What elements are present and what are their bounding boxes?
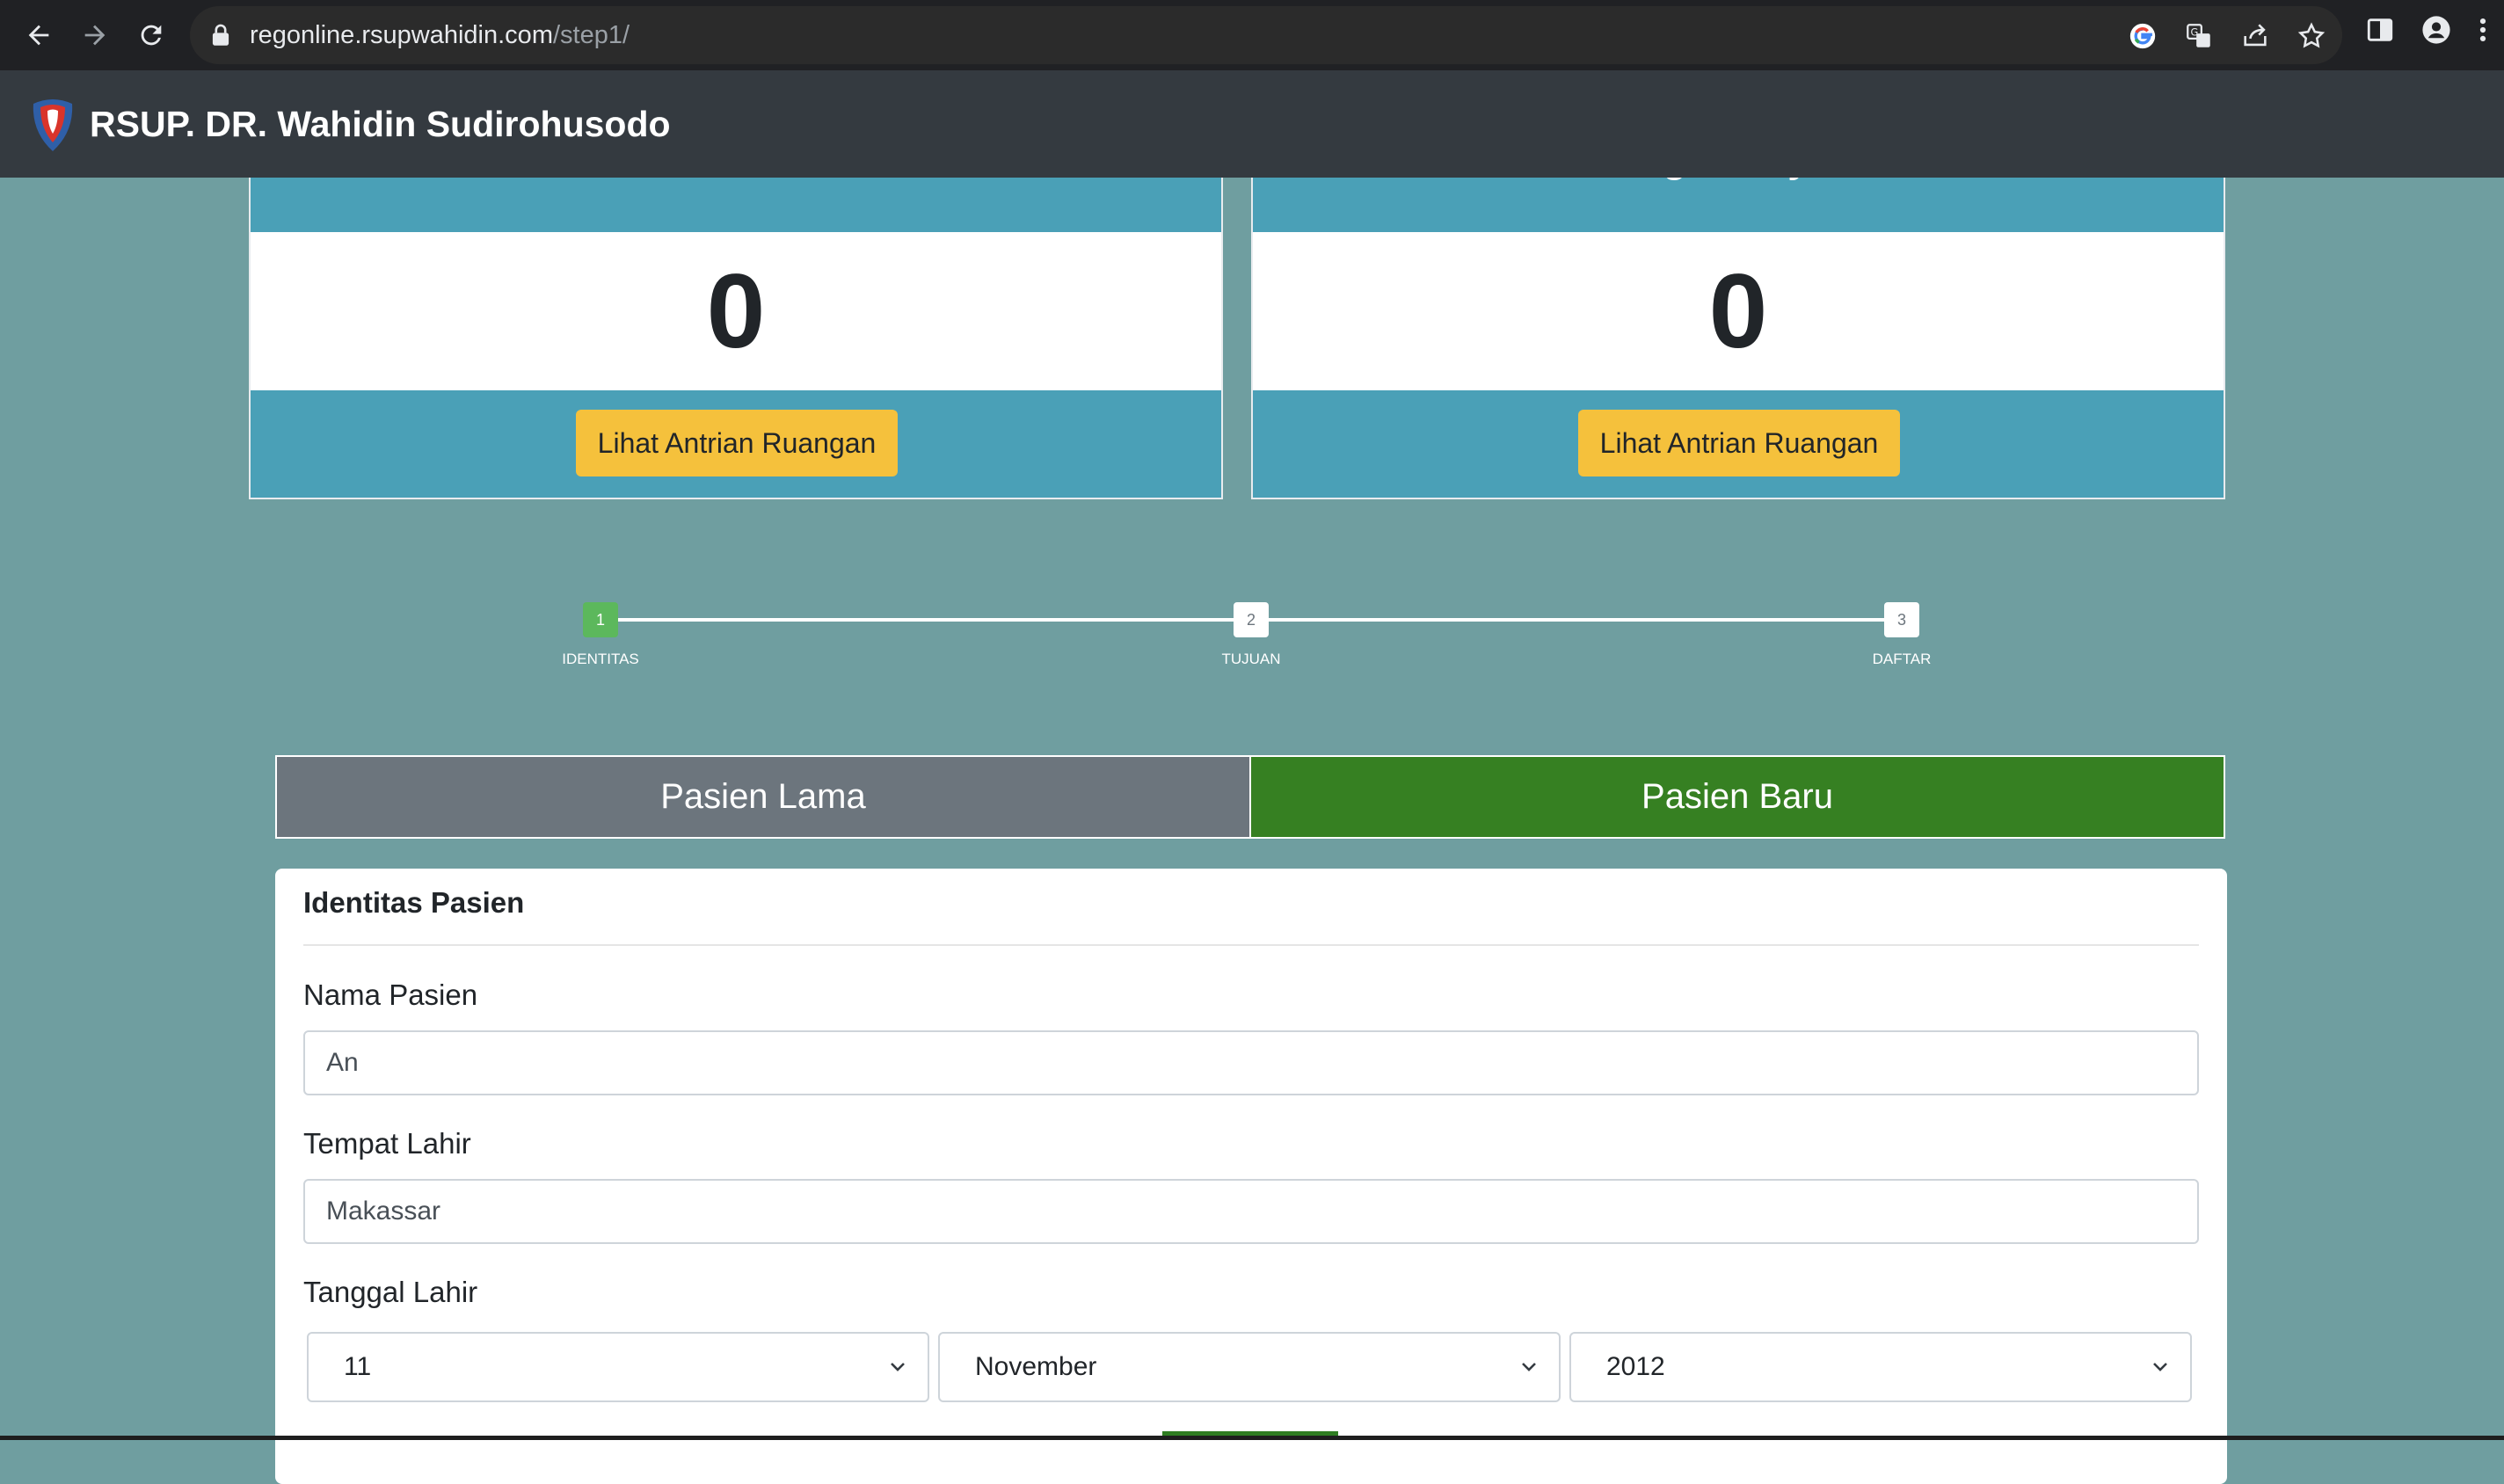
bookmark-star-icon[interactable] bbox=[2297, 21, 2326, 51]
svg-text:G: G bbox=[2191, 25, 2199, 38]
queue-card-poliklinik: Poliklinik Rawat Jalan Lama 0 Lihat Antr… bbox=[249, 138, 1223, 499]
reload-icon bbox=[141, 25, 162, 46]
back-arrow-icon bbox=[28, 25, 49, 46]
nama-pasien-input[interactable] bbox=[303, 1030, 2199, 1095]
menu-dots-icon[interactable] bbox=[2472, 15, 2493, 45]
chevron-down-icon bbox=[1522, 1363, 1536, 1371]
chevron-down-icon bbox=[2153, 1363, 2167, 1371]
queue-card-body: 0 bbox=[1253, 232, 2224, 390]
queue-card-body: 0 bbox=[251, 232, 1221, 390]
nama-pasien-label: Nama Pasien bbox=[303, 978, 478, 1011]
google-icon[interactable] bbox=[2128, 21, 2158, 51]
step-1-dot[interactable]: 1 bbox=[583, 602, 618, 637]
step-3-dot[interactable]: 3 bbox=[1884, 602, 1919, 637]
birth-year-value: 2012 bbox=[1606, 1352, 1665, 1381]
patient-type-tabs: Pasien Lama Pasien Baru bbox=[275, 755, 2225, 839]
step-2-dot[interactable]: 2 bbox=[1234, 602, 1269, 637]
tempat-lahir-label: Tempat Lahir bbox=[303, 1127, 471, 1160]
lihat-antrian-button[interactable]: Lihat Antrian Ruangan bbox=[576, 410, 898, 476]
form-divider bbox=[303, 944, 2199, 946]
site-header: RSUP. DR. Wahidin Sudirohusodo bbox=[0, 70, 2504, 178]
window-bottom-edge bbox=[0, 1436, 2504, 1440]
reload-button[interactable] bbox=[130, 14, 172, 56]
pasien-baru-tab[interactable]: Pasien Baru bbox=[1251, 757, 2224, 837]
browser-toolbar: regonline.rsupwahidin.com/step1/ G bbox=[0, 0, 2504, 70]
hospital-logo-icon[interactable] bbox=[26, 97, 79, 155]
queue-count: 0 bbox=[1708, 252, 1768, 370]
share-icon[interactable] bbox=[2240, 21, 2270, 51]
pasien-lama-tab[interactable]: Pasien Lama bbox=[277, 757, 1251, 837]
stepper-line bbox=[618, 618, 1265, 622]
forward-button[interactable] bbox=[74, 14, 116, 56]
step-1-label: IDENTITAS bbox=[562, 651, 639, 667]
birth-month-value: November bbox=[975, 1352, 1097, 1381]
lihat-antrian-button[interactable]: Lihat Antrian Ruangan bbox=[1578, 410, 1900, 476]
birth-day-select[interactable]: 11 bbox=[307, 1332, 929, 1402]
stepper-line bbox=[1269, 618, 1916, 622]
birth-day-value: 11 bbox=[344, 1352, 372, 1381]
tanggal-lahir-label: Tanggal Lahir bbox=[303, 1276, 478, 1308]
step-2-label: TUJUAN bbox=[1221, 651, 1281, 667]
birth-month-select[interactable]: November bbox=[938, 1332, 1561, 1402]
lock-icon bbox=[212, 24, 229, 46]
chevron-down-icon bbox=[891, 1363, 905, 1371]
step-3-label: DAFTAR bbox=[1872, 651, 1932, 667]
side-panel-icon[interactable] bbox=[2365, 15, 2395, 45]
queue-card-gedung: Gedung Pavilyun Lt.3 0 Lihat Antrian Rua… bbox=[1251, 138, 2225, 499]
form-title: Identitas Pasien bbox=[303, 886, 525, 919]
identitas-pasien-card: Identitas Pasien Nama Pasien Tempat Lahi… bbox=[275, 869, 2227, 1484]
brand-title[interactable]: RSUP. DR. Wahidin Sudirohusodo bbox=[90, 70, 671, 178]
translate-icon[interactable]: G bbox=[2184, 21, 2214, 51]
back-button[interactable] bbox=[18, 14, 60, 56]
profile-icon[interactable] bbox=[2421, 15, 2451, 45]
birth-year-select[interactable]: 2012 bbox=[1569, 1332, 2192, 1402]
forward-arrow-icon bbox=[84, 25, 106, 46]
tempat-lahir-input[interactable] bbox=[303, 1179, 2199, 1244]
url-text: regonline.rsupwahidin.com/step1/ bbox=[250, 21, 630, 49]
address-bar[interactable]: regonline.rsupwahidin.com/step1/ G bbox=[190, 6, 2342, 64]
queue-count: 0 bbox=[706, 252, 766, 370]
